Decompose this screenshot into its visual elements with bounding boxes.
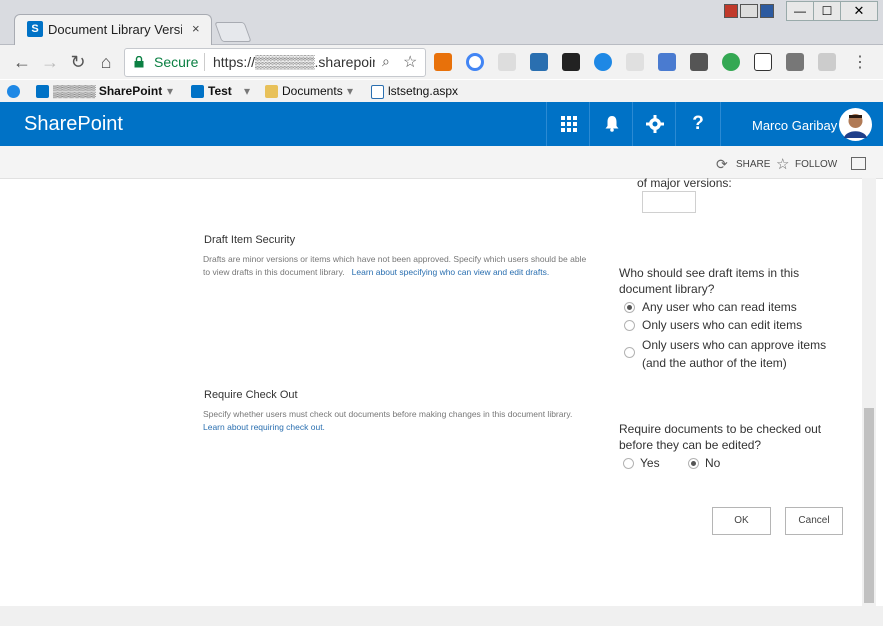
follow-button[interactable]: FOLLOW — [795, 159, 837, 170]
sharepoint-icon — [191, 85, 204, 98]
suite-bar — [0, 102, 883, 146]
lock-icon — [134, 55, 144, 68]
sharepoint-brand[interactable]: SharePoint — [24, 113, 123, 136]
extension-check-icon[interactable] — [786, 53, 804, 71]
notifications-button[interactable] — [589, 102, 634, 146]
major-versions-label: of major versions: — [637, 176, 732, 190]
tab-close-icon[interactable]: × — [192, 21, 200, 36]
option-users-edit[interactable]: Only users who can edit items — [642, 318, 802, 332]
extension-search-icon[interactable] — [498, 53, 516, 71]
draft-security-title: Draft Item Security — [204, 234, 296, 246]
draft-security-link[interactable]: Learn about specifying who can view and … — [352, 267, 550, 277]
waffle-icon — [561, 115, 577, 132]
bookmark-lstsetng[interactable]: lstsetng.aspx — [388, 84, 458, 98]
zoom-icon[interactable]: ⌕ — [382, 53, 390, 70]
close-window-button[interactable]: ✕ — [840, 1, 878, 21]
chevron-down-icon[interactable]: ▾ — [347, 84, 353, 98]
bell-icon — [605, 116, 619, 133]
extension-s-icon[interactable] — [690, 53, 708, 71]
back-button[interactable]: ← — [10, 50, 34, 74]
option-checkout-yes[interactable]: Yes — [640, 456, 660, 470]
extension-drive-icon[interactable] — [722, 53, 740, 71]
chevron-down-icon[interactable]: ▾ — [167, 84, 173, 98]
browser-menu-icon[interactable]: ⋮ — [852, 52, 868, 72]
radio-users-approve[interactable] — [624, 347, 635, 358]
avatar[interactable] — [839, 108, 872, 141]
home-button[interactable]: ⌂ — [94, 50, 118, 74]
user-name[interactable]: Marco Garibay — [752, 118, 837, 133]
share-icon[interactable]: ⟳ — [716, 156, 728, 173]
system-tray-icons — [724, 2, 776, 18]
bookmark-star-icon[interactable]: ☆ — [403, 52, 417, 72]
page-icon — [371, 85, 384, 99]
extension-chart-icon[interactable] — [434, 53, 452, 71]
cancel-button[interactable]: Cancel — [785, 507, 843, 535]
tray-icon — [760, 4, 774, 18]
window-bottom-border — [0, 606, 883, 626]
app-launcher-button[interactable] — [546, 102, 591, 146]
bookmark-sharepoint[interactable]: ▒▒▒▒▒ SharePoint — [53, 84, 162, 98]
sharepoint-icon — [36, 85, 49, 98]
extension-monitor-icon[interactable] — [818, 53, 836, 71]
extension-circle-icon[interactable] — [466, 53, 484, 71]
reload-button[interactable]: ↻ — [66, 50, 90, 74]
folder-icon — [265, 85, 278, 98]
secure-label: Secure — [154, 54, 199, 70]
extension-w-icon[interactable] — [754, 53, 772, 71]
focus-content-icon[interactable] — [851, 157, 866, 170]
extension-translate-icon[interactable] — [658, 53, 676, 71]
radio-users-edit[interactable] — [624, 320, 635, 331]
major-versions-input[interactable] — [642, 191, 696, 213]
scrollbar-thumb[interactable] — [864, 408, 874, 603]
extension-f-icon[interactable] — [594, 53, 612, 71]
extension-bracket-icon[interactable] — [530, 53, 548, 71]
omnibox-divider — [204, 53, 205, 71]
minimize-button[interactable]: — — [786, 1, 814, 21]
require-checkout-question: Require documents to be checked out befo… — [619, 422, 822, 452]
option-checkout-no[interactable]: No — [705, 456, 720, 470]
url-text[interactable]: https://▒▒▒▒▒▒.sharepoint.c — [213, 54, 375, 70]
option-any-user-read[interactable]: Any user who can read items — [642, 300, 797, 314]
require-checkout-text: Specify whether users must check out doc… — [203, 409, 573, 419]
gear-icon — [646, 114, 664, 133]
radio-checkout-yes[interactable] — [623, 458, 634, 469]
require-checkout-description: Specify whether users must check out doc… — [203, 408, 589, 434]
require-checkout-link[interactable]: Learn about requiring check out. — [203, 422, 325, 432]
extension-dark-icon[interactable] — [562, 53, 580, 71]
help-button[interactable]: ? — [675, 102, 721, 146]
tray-icon — [724, 4, 738, 18]
bookmark-documents[interactable]: Documents — [282, 84, 343, 98]
require-checkout-title: Require Check Out — [204, 389, 298, 401]
follow-star-icon[interactable]: ☆ — [776, 155, 789, 173]
draft-security-description: Drafts are minor versions or items which… — [203, 253, 589, 279]
forward-button[interactable]: → — [38, 50, 62, 74]
settings-button[interactable] — [632, 102, 677, 146]
tray-icon — [740, 4, 758, 18]
bookmark-f-icon[interactable] — [7, 85, 20, 98]
maximize-button[interactable]: ☐ — [813, 1, 841, 21]
bookmark-test[interactable]: Test — [208, 84, 232, 98]
radio-any-user-read[interactable] — [624, 302, 635, 313]
ok-button[interactable]: OK — [712, 507, 771, 535]
tab-title: Document Library Versio — [48, 22, 182, 37]
share-button[interactable]: SHARE — [736, 159, 770, 170]
option-users-approve[interactable]: Only users who can approve items (and th… — [642, 336, 832, 372]
extension-magnifier-icon[interactable] — [626, 53, 644, 71]
chevron-down-icon[interactable]: ▾ — [244, 84, 250, 98]
draft-security-question: Who should see draft items in this docum… — [619, 266, 800, 296]
radio-checkout-no[interactable] — [688, 458, 699, 469]
sharepoint-icon: S — [27, 21, 43, 37]
